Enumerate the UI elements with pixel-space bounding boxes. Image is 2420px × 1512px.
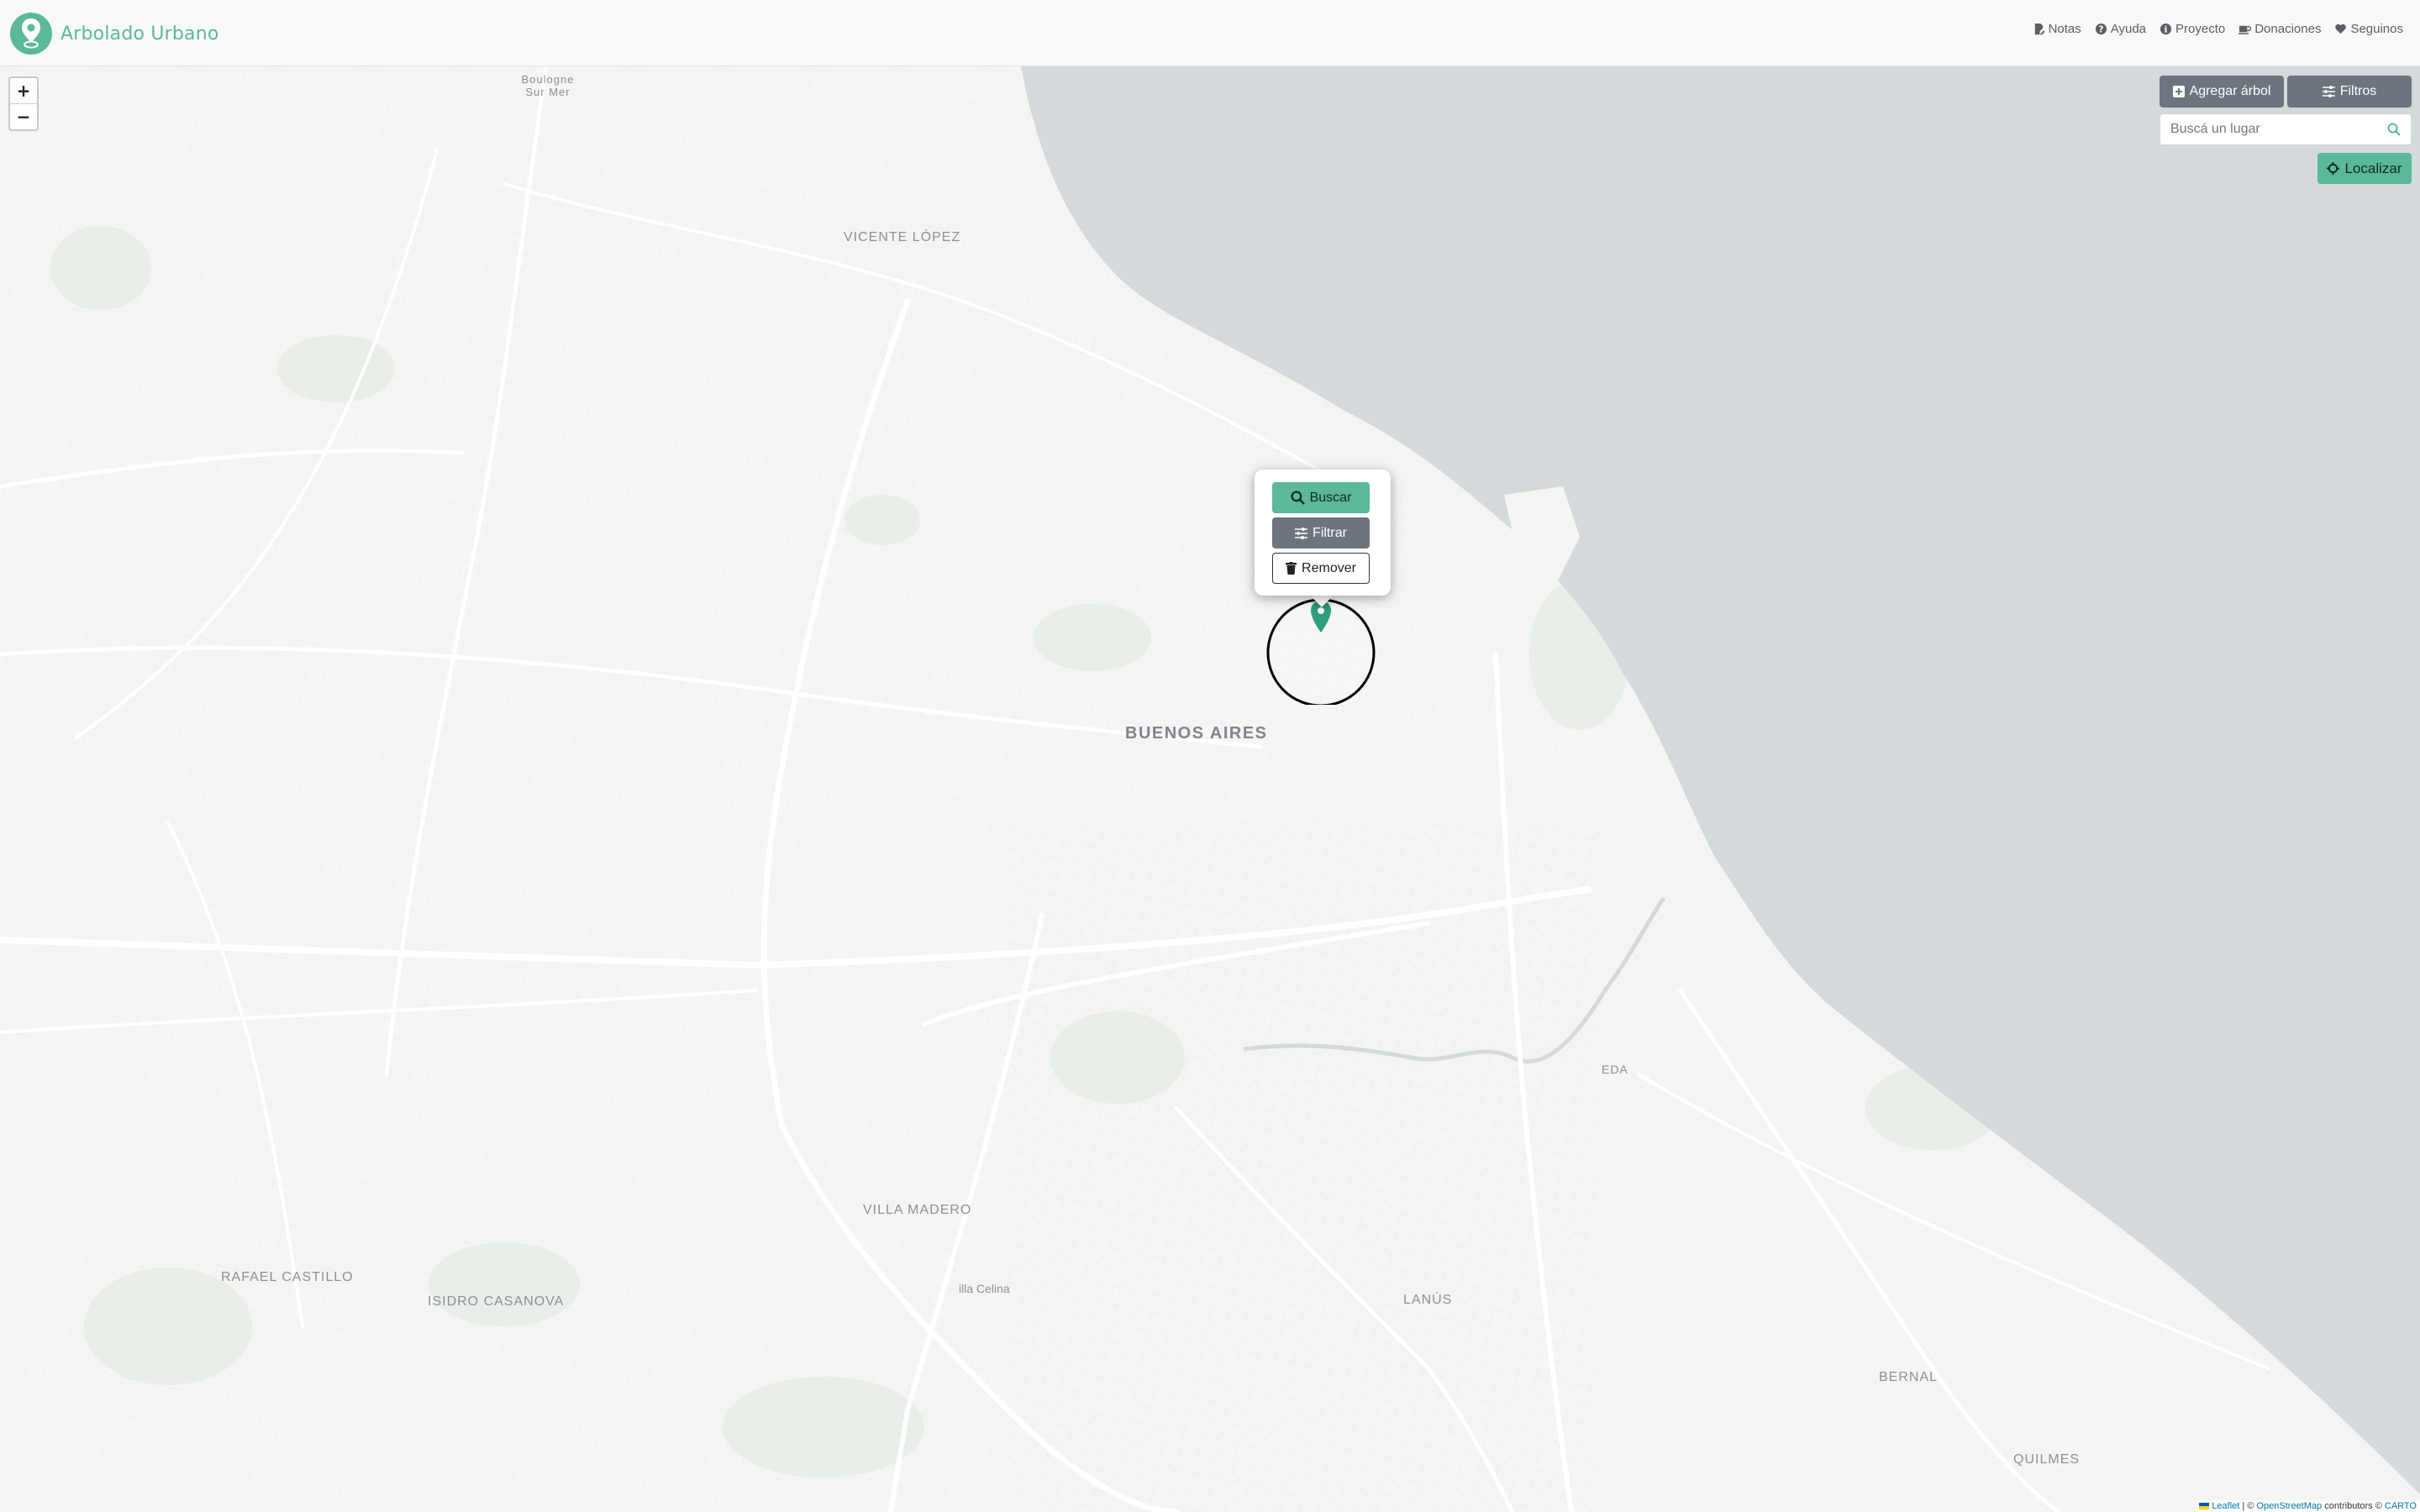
attribution-sep-1: | © xyxy=(2239,1501,2257,1511)
place-search xyxy=(2160,113,2412,145)
place-search-input[interactable] xyxy=(2160,121,2387,138)
label-vicente-lopez: VICENTE LÓPEZ xyxy=(844,230,961,244)
popup-remove-label: Remover xyxy=(1302,560,1356,575)
label-quilmes: QUILMES xyxy=(2013,1452,2081,1467)
popup-filter-button[interactable]: Filtrar xyxy=(1272,517,1370,549)
leaflet-link[interactable]: Leaflet xyxy=(2212,1501,2239,1511)
nav-ayuda[interactable]: ? Ayuda xyxy=(2095,22,2146,36)
nav-seguinos-label: Seguinos xyxy=(2350,22,2403,36)
map-tiles xyxy=(0,66,2420,1512)
map[interactable]: Boulogne Sur Mer VICENTE LÓPEZ BUENOS AI… xyxy=(0,66,2420,1512)
label-villa-celina: illa Celina xyxy=(959,1282,1010,1295)
label-eda: EDA xyxy=(1602,1063,1628,1076)
locate-label: Localizar xyxy=(2344,160,2402,176)
nav-notas[interactable]: Notas xyxy=(2033,22,2081,36)
nav-donaciones-label: Donaciones xyxy=(2254,22,2322,36)
brand-name: Arbolado Urbano xyxy=(60,23,219,45)
sliders-icon xyxy=(1295,527,1308,539)
sliders-icon xyxy=(2322,86,2335,97)
label-isidro-casanova: ISIDRO CASANOVA xyxy=(428,1294,565,1309)
filters-label: Filtros xyxy=(2339,84,2377,98)
carto-link[interactable]: CARTO xyxy=(2385,1501,2417,1511)
tree-pin-logo-icon xyxy=(10,13,52,55)
navbar: Arbolado Urbano Notas ? Ayuda i Proyecto… xyxy=(0,0,2420,66)
search-icon xyxy=(1291,491,1305,505)
map-attribution: Leaflet | © OpenStreetMap contributors ©… xyxy=(2196,1500,2420,1512)
nav-proyecto[interactable]: i Proyecto xyxy=(2160,22,2225,36)
locate-button[interactable]: Localizar xyxy=(2317,153,2412,184)
coffee-icon xyxy=(2238,25,2252,34)
trash-icon xyxy=(1286,562,1297,575)
heart-icon xyxy=(2335,24,2347,34)
label-villa-madero: VILLA MADERO xyxy=(863,1203,972,1217)
label-lanus: LANÚS xyxy=(1403,1293,1453,1307)
label-rafael-castillo: RAFAEL CASTILLO xyxy=(221,1270,354,1284)
ukraine-flag-icon xyxy=(2199,1503,2210,1510)
add-tree-button[interactable]: Agregar árbol xyxy=(2160,76,2284,108)
osm-link[interactable]: OpenStreetMap xyxy=(2256,1501,2322,1511)
svg-text:i: i xyxy=(2165,24,2168,34)
popup-search-button[interactable]: Buscar xyxy=(1272,482,1370,513)
label-boulogne: Boulogne Sur Mer xyxy=(521,73,575,98)
brand-link[interactable]: Arbolado Urbano xyxy=(10,12,219,55)
label-bernal: BERNAL xyxy=(1879,1370,1939,1384)
question-circle-icon: ? xyxy=(2095,23,2107,34)
zoom-out-button[interactable]: − xyxy=(10,103,37,129)
popup-filter-label: Filtrar xyxy=(1313,525,1347,540)
info-circle-icon: i xyxy=(2160,23,2172,34)
add-tree-label: Agregar árbol xyxy=(2189,84,2271,98)
nav-ayuda-label: Ayuda xyxy=(2110,22,2147,36)
nav-notas-label: Notas xyxy=(2048,22,2081,36)
nav-donaciones[interactable]: Donaciones xyxy=(2238,22,2321,36)
popup-search-label: Buscar xyxy=(1309,490,1352,505)
nav-seguinos[interactable]: Seguinos xyxy=(2334,22,2403,36)
file-pen-icon xyxy=(2034,23,2045,35)
label-buenos-aires: BUENOS AIRES xyxy=(1125,724,1268,743)
popup-remove-button[interactable]: Remover xyxy=(1272,553,1370,584)
filters-button[interactable]: Filtros xyxy=(2287,76,2412,108)
zoom-in-button[interactable]: + xyxy=(10,78,37,103)
search-icon[interactable] xyxy=(2387,123,2401,136)
marker-popup: Buscar Filtrar Remover xyxy=(1255,470,1391,596)
attribution-sep-2: contributors © xyxy=(2322,1501,2385,1511)
crosshairs-icon xyxy=(2327,162,2340,175)
plus-square-icon xyxy=(2172,86,2185,97)
svg-text:?: ? xyxy=(2098,24,2103,34)
zoom-control: + − xyxy=(8,76,39,131)
nav-proyecto-label: Proyecto xyxy=(2175,22,2226,36)
nav-links: Notas ? Ayuda i Proyecto Donaciones Segu… xyxy=(2033,22,2403,36)
